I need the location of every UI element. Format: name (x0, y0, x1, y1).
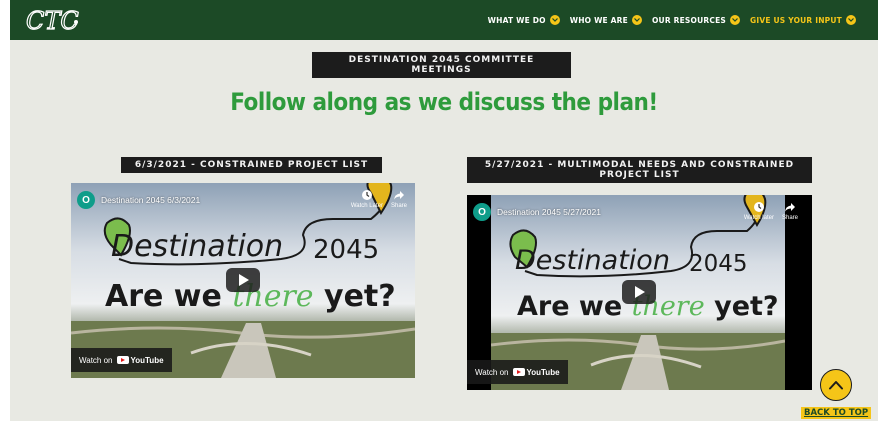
youtube-play-icon (116, 356, 129, 364)
brand-year-text: 2045 (689, 251, 748, 277)
nav-who-we-are[interactable]: WHO WE ARE (570, 15, 642, 25)
back-to-top-link[interactable]: BACK TO TOP (801, 407, 872, 419)
video-header: O Destination 2045 6/3/2021 (77, 191, 200, 209)
video-2-label: 5/27/2021 - MULTIMODAL NEEDS AND CONSTRA… (467, 157, 812, 183)
tagline-end: yet? (324, 279, 396, 314)
brand-destination-text: Destination (515, 245, 670, 276)
tagline-end: yet? (714, 291, 779, 322)
clock-icon (361, 190, 372, 200)
channel-avatar[interactable]: O (473, 203, 491, 221)
nav-label: WHO WE ARE (569, 15, 628, 25)
tagline-start: Are we (105, 279, 222, 314)
nav-label: GIVE US YOUR INPUT (750, 15, 842, 25)
main-nav: WHAT WE DO WHO WE ARE OUR RESOURCES GIVE… (488, 0, 856, 40)
play-button[interactable] (622, 280, 656, 304)
video-actions: Watch Later Share (351, 189, 407, 209)
share-icon (784, 203, 795, 212)
video-header: O Destination 2045 5/27/2021 (473, 203, 601, 221)
nav-label: WHAT WE DO (487, 15, 546, 25)
nav-our-resources[interactable]: OUR RESOURCES (651, 15, 741, 25)
share-button[interactable]: Share (391, 189, 407, 209)
channel-avatar[interactable]: O (77, 191, 95, 209)
watch-on-youtube-button[interactable]: Watch on YouTube (467, 360, 568, 384)
brand-year-text: 2045 (313, 235, 380, 265)
youtube-logo: YouTube (116, 355, 164, 365)
chevron-down-icon (846, 15, 856, 25)
youtube-wordmark: YouTube (526, 367, 560, 377)
youtube-wordmark: YouTube (130, 355, 164, 365)
share-button[interactable]: Share (782, 201, 798, 221)
chevron-down-icon (549, 15, 560, 25)
section-label: DESTINATION 2045 COMMITTEE MEETINGS (312, 52, 571, 78)
cte-logo[interactable]: CTC (24, 4, 84, 36)
nav-give-us-your-input[interactable]: GIVE US YOUR INPUT (750, 15, 856, 25)
share-label: Share (781, 215, 798, 221)
top-nav-bar: CTC WHAT WE DO WHO WE ARE OUR RESOURCES … (10, 0, 878, 40)
watch-on-text: Watch on (79, 355, 113, 365)
youtube-logo: YouTube (512, 367, 560, 377)
chevron-down-icon (631, 15, 642, 25)
video-1-label: 6/3/2021 - CONSTRAINED PROJECT LIST (121, 157, 382, 173)
watch-later-button[interactable]: Watch Later (351, 189, 383, 209)
watch-later-label: Watch Later (350, 203, 383, 209)
share-label: Share (390, 203, 407, 209)
youtube-play-icon (512, 368, 525, 376)
brand-destination-text: Destination (111, 229, 284, 264)
video-title[interactable]: Destination 2045 6/3/2021 (101, 195, 200, 205)
tagline-start: Are we (517, 291, 623, 322)
watch-later-label: Watch later (743, 215, 774, 221)
page: CTC WHAT WE DO WHO WE ARE OUR RESOURCES … (10, 0, 878, 421)
watch-later-button[interactable]: Watch later (744, 201, 774, 221)
play-button[interactable] (226, 268, 260, 292)
video-embed-1[interactable]: Destination 2045 Are we there yet? O Des… (71, 183, 415, 378)
video-title[interactable]: Destination 2045 5/27/2021 (497, 207, 601, 217)
share-icon (393, 191, 404, 200)
nav-label: OUR RESOURCES (651, 15, 727, 25)
chevron-down-icon (730, 15, 741, 25)
page-headline: Follow along as we discuss the plan! (230, 88, 658, 116)
svg-text:CTC: CTC (26, 7, 79, 35)
chevron-up-icon (829, 381, 843, 390)
clock-icon (753, 202, 764, 212)
watch-on-text: Watch on (475, 367, 509, 377)
video-actions: Watch later Share (744, 201, 798, 221)
video-embed-2[interactable]: Destination 2045 Are we there yet? O Des… (467, 195, 812, 390)
watch-on-youtube-button[interactable]: Watch on YouTube (71, 348, 172, 372)
back-to-top-button[interactable] (820, 369, 852, 401)
nav-what-we-do[interactable]: WHAT WE DO (488, 15, 560, 25)
